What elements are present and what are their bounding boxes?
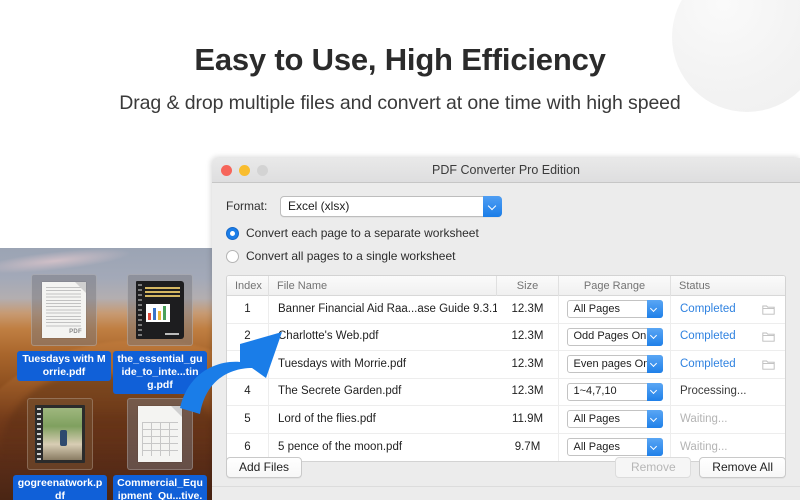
cell-page-range: All Pages <box>559 406 671 434</box>
page-range-value: All Pages <box>568 406 620 434</box>
status-badge[interactable]: Completed <box>680 296 762 324</box>
page-range-dropdown[interactable]: All Pages <box>567 410 663 428</box>
chevron-down-icon[interactable] <box>647 355 663 373</box>
desktop-file-icon[interactable]: PDF Tuesdays with Morrie.pdf <box>16 274 112 381</box>
format-row: Format: Excel (xlsx) <box>226 195 786 217</box>
chevron-down-icon[interactable] <box>647 300 663 318</box>
desktop-file-label: Tuesdays with Morrie.pdf <box>17 351 111 381</box>
format-dropdown-value: Excel (xlsx) <box>281 199 349 213</box>
status-badge: Processing... <box>680 378 785 406</box>
desktop-file-icon[interactable]: gogreenatwork.pdf <box>12 398 108 500</box>
add-files-button[interactable]: Add Files <box>226 457 302 478</box>
cell-page-range: Odd Pages Only <box>559 323 671 351</box>
column-header-index: Index <box>227 276 269 296</box>
footer-divider <box>212 486 800 487</box>
page-range-value: Even pages Only <box>568 351 658 379</box>
cell-page-range: 1~4,7,10 <box>559 378 671 406</box>
cell-status: Completed <box>671 296 785 324</box>
page-range-dropdown[interactable]: Odd Pages Only <box>567 328 663 346</box>
file-table: Index File Name Size Page Range Status 1… <box>226 275 786 462</box>
cell-status: Waiting... <box>671 406 785 434</box>
window-footer: Add Files Remove Remove All <box>226 457 786 478</box>
page-subtitle: Drag & drop multiple files and convert a… <box>0 92 800 115</box>
page-range-dropdown[interactable]: All Pages <box>567 300 663 318</box>
option-single-worksheet[interactable]: Convert all pages to a single worksheet <box>226 249 786 263</box>
window-titlebar[interactable]: PDF Converter Pro Edition <box>212 158 800 183</box>
page-title: Easy to Use, High Efficiency <box>0 42 800 78</box>
table-row[interactable]: 2Charlotte's Web.pdf12.3MOdd Pages OnlyC… <box>227 324 785 352</box>
status-badge: Waiting... <box>680 406 785 434</box>
window-body: Format: Excel (xlsx) Convert each page t… <box>212 183 800 462</box>
chevron-down-icon[interactable] <box>647 438 663 456</box>
remove-all-button[interactable]: Remove All <box>699 457 786 478</box>
status-badge[interactable]: Completed <box>680 351 762 379</box>
cell-status: Processing... <box>671 378 785 406</box>
cell-filename: Lord of the flies.pdf <box>269 406 497 434</box>
page-range-dropdown[interactable]: Even pages Only <box>567 355 663 373</box>
column-header-status: Status <box>671 276 785 296</box>
column-header-filename: File Name <box>269 276 497 296</box>
remove-button[interactable]: Remove <box>615 457 691 478</box>
cell-filename: The Secrete Garden.pdf <box>269 378 497 406</box>
table-row[interactable]: 3Tuesdays with Morrie.pdf12.3MEven pages… <box>227 351 785 379</box>
cell-size: 12.3M <box>497 296 559 324</box>
radio-button-icon[interactable] <box>226 250 239 263</box>
cell-filename: Banner Financial Aid Raa...ase Guide 9.3… <box>269 296 497 324</box>
cell-size: 12.3M <box>497 323 559 351</box>
page-range-value: Odd Pages Only <box>568 323 655 351</box>
folder-icon[interactable] <box>762 359 775 370</box>
cell-size: 11.9M <box>497 406 559 434</box>
table-row[interactable]: 5Lord of the flies.pdf11.9MAll PagesWait… <box>227 406 785 434</box>
pdf-document-icon: PDF <box>31 274 97 346</box>
option-separate-worksheet[interactable]: Convert each page to a separate workshee… <box>226 226 786 240</box>
window-title: PDF Converter Pro Edition <box>212 163 800 177</box>
hero-section: Easy to Use, High Efficiency Drag & drop… <box>0 0 800 115</box>
cell-size: 12.3M <box>497 351 559 379</box>
desktop-file-label: gogreenatwork.pdf <box>13 475 107 500</box>
page-range-value: 1~4,7,10 <box>568 378 617 406</box>
table-body: 1Banner Financial Aid Raa...ase Guide 9.… <box>227 296 785 461</box>
page-range-value: All Pages <box>568 296 620 324</box>
app-window: PDF Converter Pro Edition Format: Excel … <box>212 158 800 500</box>
table-header: Index File Name Size Page Range Status <box>227 276 785 296</box>
chevron-down-icon[interactable] <box>647 410 663 428</box>
cell-status: Completed <box>671 351 785 379</box>
column-header-size: Size <box>497 276 559 296</box>
status-badge[interactable]: Completed <box>680 323 762 351</box>
table-row[interactable]: 4The Secrete Garden.pdf12.3M1~4,7,10Proc… <box>227 379 785 407</box>
chevron-down-icon[interactable] <box>483 196 502 217</box>
chevron-down-icon[interactable] <box>647 328 663 346</box>
chevron-down-icon[interactable] <box>647 383 663 401</box>
format-dropdown[interactable]: Excel (xlsx) <box>280 196 502 217</box>
format-label: Format: <box>226 199 280 213</box>
cell-filename: Charlotte's Web.pdf <box>269 323 497 351</box>
cell-status: Completed <box>671 323 785 351</box>
cell-index: 1 <box>227 296 269 324</box>
page-range-dropdown[interactable]: All Pages <box>567 438 663 456</box>
cell-filename: Tuesdays with Morrie.pdf <box>269 351 497 379</box>
photo-booklet-icon <box>27 398 93 470</box>
cell-page-range: Even pages Only <box>559 351 671 379</box>
radio-button-icon[interactable] <box>226 227 239 240</box>
folder-icon[interactable] <box>762 331 775 342</box>
cell-page-range: All Pages <box>559 296 671 324</box>
drag-drop-arrow-icon <box>178 322 286 418</box>
folder-icon[interactable] <box>762 304 775 315</box>
page-range-dropdown[interactable]: 1~4,7,10 <box>567 383 663 401</box>
screenshot-root: Easy to Use, High Efficiency Drag & drop… <box>0 0 800 500</box>
column-header-page-range: Page Range <box>559 276 671 296</box>
option-label: Convert each page to a separate workshee… <box>246 226 479 240</box>
option-label: Convert all pages to a single worksheet <box>246 249 455 263</box>
cell-size: 12.3M <box>497 378 559 406</box>
table-row[interactable]: 1Banner Financial Aid Raa...ase Guide 9.… <box>227 296 785 324</box>
desktop-file-label: Commercial_Equipment_Qu...tive.pdf <box>113 475 207 500</box>
